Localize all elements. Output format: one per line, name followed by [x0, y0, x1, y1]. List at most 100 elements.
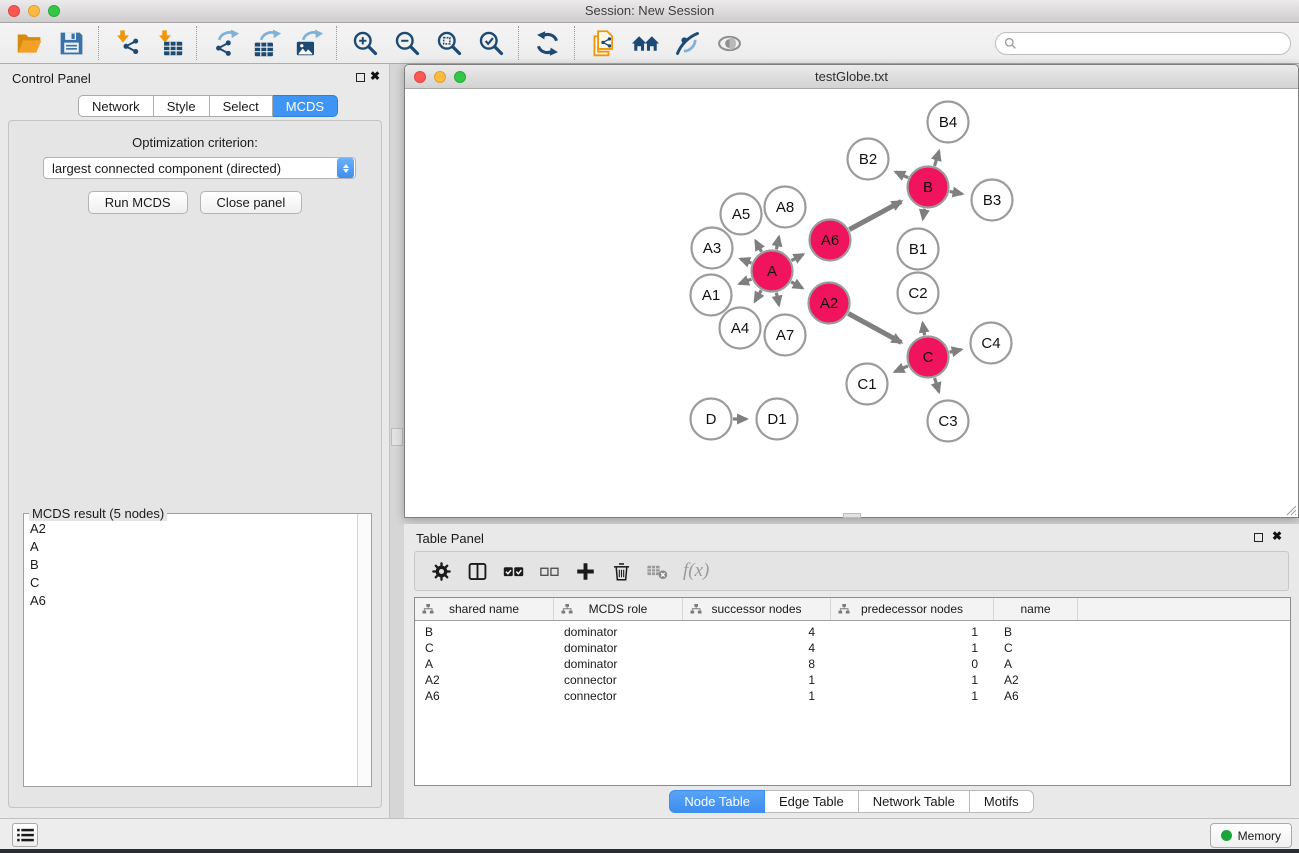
node-A4[interactable]: A4 [720, 308, 761, 349]
column-header-name[interactable]: name [994, 598, 1078, 620]
export-table-icon[interactable] [246, 25, 288, 61]
search-box[interactable] [995, 32, 1291, 55]
add-column-icon[interactable] [567, 554, 603, 588]
float-table-panel-icon[interactable] [1254, 533, 1263, 542]
criterion-select[interactable]: largest connected component (directed) [43, 157, 356, 179]
edge-A6-B[interactable] [849, 202, 901, 230]
edge-C-C1[interactable] [895, 366, 908, 372]
mcds-result-item[interactable]: B [24, 555, 357, 573]
node-D[interactable]: D [691, 399, 732, 440]
resize-grip-icon[interactable] [1284, 503, 1297, 516]
mcds-result-item[interactable]: A [24, 537, 357, 555]
node-A5[interactable]: A5 [721, 194, 762, 235]
tab-edge-table[interactable]: Edge Table [765, 790, 859, 813]
close-panel-button[interactable]: Close panel [200, 191, 303, 214]
edge-A-A3[interactable] [741, 259, 752, 263]
edge-A-A4[interactable] [755, 290, 761, 301]
node-C3[interactable]: C3 [928, 401, 969, 442]
open-session-icon[interactable] [8, 25, 50, 61]
vertical-split-handle[interactable] [391, 428, 403, 446]
zoom-out-icon[interactable] [386, 25, 428, 61]
tab-mcds[interactable]: MCDS [273, 95, 338, 117]
close-table-panel-icon[interactable]: ✖ [1272, 529, 1282, 543]
node-C[interactable]: C [908, 337, 949, 378]
edge-C-C3[interactable] [935, 378, 939, 392]
column-header-predecessor-nodes[interactable]: predecessor nodes [831, 598, 994, 620]
edge-B-B1[interactable] [923, 209, 925, 219]
tab-style[interactable]: Style [154, 95, 210, 117]
node-B3[interactable]: B3 [972, 180, 1013, 221]
zoom-selected-icon[interactable] [470, 25, 512, 61]
import-network-icon[interactable] [106, 25, 148, 61]
node-A[interactable]: A [752, 251, 793, 292]
table-row[interactable]: Bdominator41B [415, 624, 1290, 640]
node-A6[interactable]: A6 [810, 220, 851, 261]
edge-A-A8[interactable] [776, 237, 779, 250]
export-image-icon[interactable] [288, 25, 330, 61]
node-D1[interactable]: D1 [757, 399, 798, 440]
table-row[interactable]: A6connector11A6 [415, 688, 1290, 704]
search-input[interactable] [1022, 35, 1282, 51]
node-C2[interactable]: C2 [898, 273, 939, 314]
run-mcds-button[interactable]: Run MCDS [88, 191, 188, 214]
toggle-birdseye-icon[interactable] [708, 25, 750, 61]
node-A1[interactable]: A1 [691, 275, 732, 316]
mcds-result-item[interactable]: C [24, 573, 357, 591]
edge-A-A7[interactable] [776, 293, 779, 306]
node-A3[interactable]: A3 [692, 228, 733, 269]
duplicate-view-icon[interactable] [582, 25, 624, 61]
edge-A-A5[interactable] [756, 241, 762, 252]
node-A2[interactable]: A2 [809, 283, 850, 324]
node-C4[interactable]: C4 [971, 323, 1012, 364]
save-session-icon[interactable] [50, 25, 92, 61]
edge-A2-C[interactable] [848, 314, 901, 343]
edge-B-B3[interactable] [950, 191, 963, 194]
close-panel-icon[interactable]: ✖ [370, 69, 380, 83]
node-C1[interactable]: C1 [847, 364, 888, 405]
node-B2[interactable]: B2 [848, 139, 889, 180]
table-row[interactable]: Adominator80A [415, 656, 1290, 672]
settings-icon[interactable] [423, 554, 459, 588]
refresh-layout-icon[interactable] [526, 25, 568, 61]
toggle-details-icon[interactable] [666, 25, 708, 61]
tab-node-table[interactable]: Node Table [669, 790, 765, 813]
table-row[interactable]: Cdominator41C [415, 640, 1290, 656]
delete-column-icon[interactable] [603, 554, 639, 588]
deselect-all-icon[interactable] [531, 554, 567, 588]
zoom-in-icon[interactable] [344, 25, 386, 61]
mcds-scrollbar[interactable] [357, 514, 371, 786]
column-header-shared-name[interactable]: shared name [415, 598, 554, 620]
node-A8[interactable]: A8 [765, 187, 806, 228]
edge-B-B4[interactable] [935, 151, 940, 166]
network-canvas[interactable]: A A1 A2 A3 A4 A5 A6 A7 A8 B B1 B2 B3B4 C C1 C2 C3C4 D D1 [405, 89, 1298, 517]
tab-select[interactable]: Select [210, 95, 273, 117]
node-A7[interactable]: A7 [765, 315, 806, 356]
memory-button[interactable]: Memory [1210, 823, 1292, 848]
tab-motifs[interactable]: Motifs [970, 790, 1034, 813]
tab-network-table[interactable]: Network Table [859, 790, 970, 813]
export-network-icon[interactable] [204, 25, 246, 61]
tab-network[interactable]: Network [78, 95, 154, 117]
edge-B-B2[interactable] [896, 172, 909, 178]
node-B1[interactable]: B1 [898, 229, 939, 270]
edge-C-C4[interactable] [950, 350, 962, 353]
mcds-result-item[interactable]: A6 [24, 591, 357, 609]
split-view-icon[interactable] [459, 554, 495, 588]
edge-A-A1[interactable] [739, 279, 751, 284]
column-header-mcds-role[interactable]: MCDS role [554, 598, 683, 620]
import-table-icon[interactable] [148, 25, 190, 61]
welcome-screen-icon[interactable] [624, 25, 666, 61]
node-B4[interactable]: B4 [928, 102, 969, 143]
table-row[interactable]: A2connector11A2 [415, 672, 1290, 688]
zoom-fit-icon[interactable] [428, 25, 470, 61]
float-panel-icon[interactable] [356, 73, 365, 82]
horizontal-split-handle[interactable] [843, 513, 861, 518]
column-header-successor-nodes[interactable]: successor nodes [683, 598, 831, 620]
select-all-icon[interactable] [495, 554, 531, 588]
node-B[interactable]: B [908, 167, 949, 208]
edge-A-A6[interactable] [791, 254, 803, 260]
mcds-result-item[interactable]: A2 [24, 519, 357, 537]
network-window-titlebar[interactable]: testGlobe.txt [405, 65, 1298, 89]
edge-C-C2[interactable] [923, 323, 925, 335]
task-history-button[interactable] [12, 823, 38, 847]
